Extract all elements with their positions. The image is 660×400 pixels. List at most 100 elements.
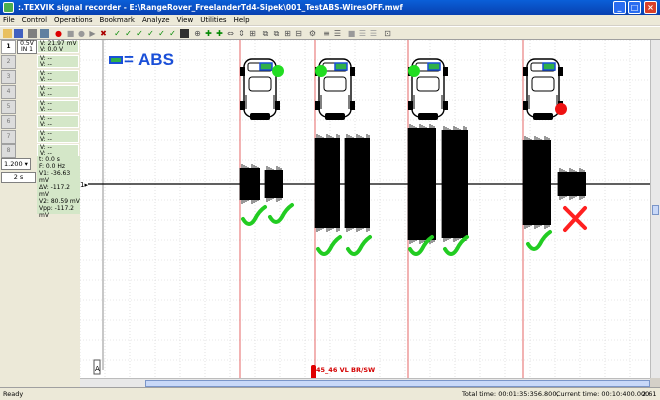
- copy-icon[interactable]: ⧉: [261, 29, 270, 38]
- channel-row-4[interactable]: 4 V: -- V: --: [0, 85, 80, 99]
- vehicle-wheel: [408, 101, 413, 110]
- channel-5-button[interactable]: 5: [1, 100, 16, 114]
- sensor-status-lamp: [555, 103, 567, 115]
- channel-row-3[interactable]: 3 V: -- V: --: [0, 70, 80, 84]
- menu-operations[interactable]: Operations: [54, 15, 92, 25]
- channel-row-1[interactable]: 1 0.5V IN 1 V: 21.97 mV V: 0.0 V: [0, 40, 80, 54]
- check-3-icon[interactable]: ✓: [135, 29, 144, 38]
- cursor-icon[interactable]: ⇕: [237, 29, 246, 38]
- channel-row-7[interactable]: 7 V: -- V: --: [0, 130, 80, 144]
- title-bar[interactable]: :.TEXVIK signal recorder - E:\RangeRover…: [0, 0, 660, 15]
- menu-help[interactable]: Help: [234, 15, 250, 25]
- channel-panel: 1 0.5V IN 1 V: 21.97 mV V: 0.0 V 2 V: --…: [0, 40, 80, 387]
- zoom-out-icon[interactable]: ✚: [215, 29, 224, 38]
- channel-2-button[interactable]: 2: [1, 55, 16, 69]
- layers-icon[interactable]: ☰: [333, 29, 342, 38]
- meas-v1: V1: -36.63 mV: [39, 170, 71, 184]
- vehicle-wheel: [523, 67, 528, 76]
- menu-file[interactable]: File: [3, 15, 15, 25]
- measure-icon[interactable]: ⊞: [248, 29, 257, 38]
- check-1-icon[interactable]: ✓: [113, 29, 122, 38]
- channel-5-v2: V: --: [40, 106, 52, 113]
- signal-plot[interactable]: 1▸ A = ABS 45_46 VL BR/SW: [80, 40, 650, 378]
- menu-bookmark[interactable]: Bookmark: [100, 15, 135, 25]
- filter-icon[interactable]: ≡: [322, 29, 331, 38]
- stop-play-icon[interactable]: ■: [347, 29, 356, 38]
- vertical-scrollbar[interactable]: [650, 40, 660, 378]
- pass-checkmark: [346, 235, 372, 256]
- channel-2-readout: V: -- V: --: [37, 55, 79, 68]
- status-current-time: Current time: 00:10:400.000: [556, 390, 650, 398]
- pass-checkmark: [241, 205, 267, 226]
- abs-legend-label: = ABS: [124, 50, 174, 69]
- print-icon[interactable]: [28, 29, 37, 38]
- timebase-field[interactable]: 2 s: [1, 172, 36, 183]
- signal-canvas[interactable]: 1▸ A: [80, 40, 650, 378]
- display-icon[interactable]: [180, 29, 189, 38]
- save-icon[interactable]: [14, 29, 23, 38]
- channel-1-sensitivity[interactable]: 0.5V IN 1: [17, 40, 37, 54]
- grid-icon[interactable]: ⊞: [283, 29, 292, 38]
- sensor-status-lamp: [315, 65, 327, 77]
- maximize-button[interactable]: □: [628, 1, 641, 14]
- channel-7-button[interactable]: 7: [1, 130, 16, 144]
- channel-4-v2: V: --: [40, 91, 52, 98]
- signal-burst: [265, 170, 283, 198]
- zoom-icon[interactable]: ⊕: [193, 29, 202, 38]
- zoom-in-icon[interactable]: ✚: [204, 29, 213, 38]
- menu-analyze[interactable]: Analyze: [142, 15, 170, 25]
- vertical-scroll-thumb[interactable]: [652, 205, 659, 215]
- paste-icon[interactable]: ⧉: [272, 29, 281, 38]
- chart-check-icon[interactable]: ✓: [168, 29, 177, 38]
- channel-row-6[interactable]: 6 V: -- V: --: [0, 115, 80, 129]
- channel-1-button[interactable]: 1: [1, 40, 16, 54]
- channel-icon[interactable]: ⊟: [294, 29, 303, 38]
- vehicle-wheel: [350, 67, 355, 76]
- cursor-label: 45_46 VL BR/SW: [316, 366, 376, 374]
- menu-utilities[interactable]: Utilities: [200, 15, 226, 25]
- vehicle-spare-wheel: [250, 113, 270, 120]
- status-zoom: 2.61: [642, 390, 657, 398]
- menu-view[interactable]: View: [177, 15, 194, 25]
- record-icon[interactable]: ●: [54, 29, 63, 38]
- horizontal-scroll-thumb[interactable]: [145, 380, 650, 387]
- list-2-icon[interactable]: ☰: [369, 29, 378, 38]
- list-icon[interactable]: ☰: [358, 29, 367, 38]
- channel-4-readout: V: -- V: --: [37, 85, 79, 98]
- toolbar: ● ■ ● ▶ ✖ ✓ ✓ ✓ ✓ ✓ ✓ ⊕ ✚ ✚ ⇔ ⇕ ⊞ ⧉ ⧉ ⊞ …: [0, 26, 660, 40]
- abs-module-icon: [542, 62, 556, 71]
- step-icon[interactable]: ▶: [88, 29, 97, 38]
- channel-8-button[interactable]: 8: [1, 144, 16, 158]
- horizontal-scrollbar[interactable]: [80, 378, 650, 387]
- minimize-button[interactable]: _: [613, 1, 626, 14]
- stop-icon[interactable]: ■: [66, 29, 75, 38]
- vehicle-wheel: [240, 101, 245, 110]
- status-ready: Ready: [3, 390, 24, 398]
- channel-4-button[interactable]: 4: [1, 85, 16, 99]
- meas-dv: ΔV: -117.2 mV: [39, 184, 70, 198]
- open-icon[interactable]: [3, 29, 12, 38]
- menu-control[interactable]: Control: [22, 15, 47, 25]
- print-preview-icon[interactable]: [40, 29, 49, 38]
- vehicle-spare-wheel: [325, 113, 345, 120]
- pass-checkmark: [526, 230, 552, 251]
- channel-5-readout: V: -- V: --: [37, 100, 79, 113]
- fit-icon[interactable]: ⇔: [226, 29, 235, 38]
- scale-select[interactable]: 1.200 ▾: [1, 158, 31, 170]
- info-icon[interactable]: ⊡: [383, 29, 392, 38]
- vehicle-wheel: [523, 101, 528, 110]
- vehicle-spare-wheel: [533, 113, 553, 120]
- check-4-icon[interactable]: ✓: [146, 29, 155, 38]
- pause-icon[interactable]: ●: [77, 29, 86, 38]
- channel-row-5[interactable]: 5 V: -- V: --: [0, 100, 80, 114]
- check-5-icon[interactable]: ✓: [157, 29, 166, 38]
- check-2-icon[interactable]: ✓: [124, 29, 133, 38]
- tools-icon[interactable]: ✖: [99, 29, 108, 38]
- vehicle-diagram: [408, 58, 448, 120]
- settings-icon[interactable]: ⚙: [308, 29, 317, 38]
- close-button[interactable]: ×: [644, 1, 657, 14]
- channel-3-button[interactable]: 3: [1, 70, 16, 84]
- vehicle-wheel: [315, 101, 320, 110]
- channel-6-button[interactable]: 6: [1, 115, 16, 129]
- channel-row-2[interactable]: 2 V: -- V: --: [0, 55, 80, 69]
